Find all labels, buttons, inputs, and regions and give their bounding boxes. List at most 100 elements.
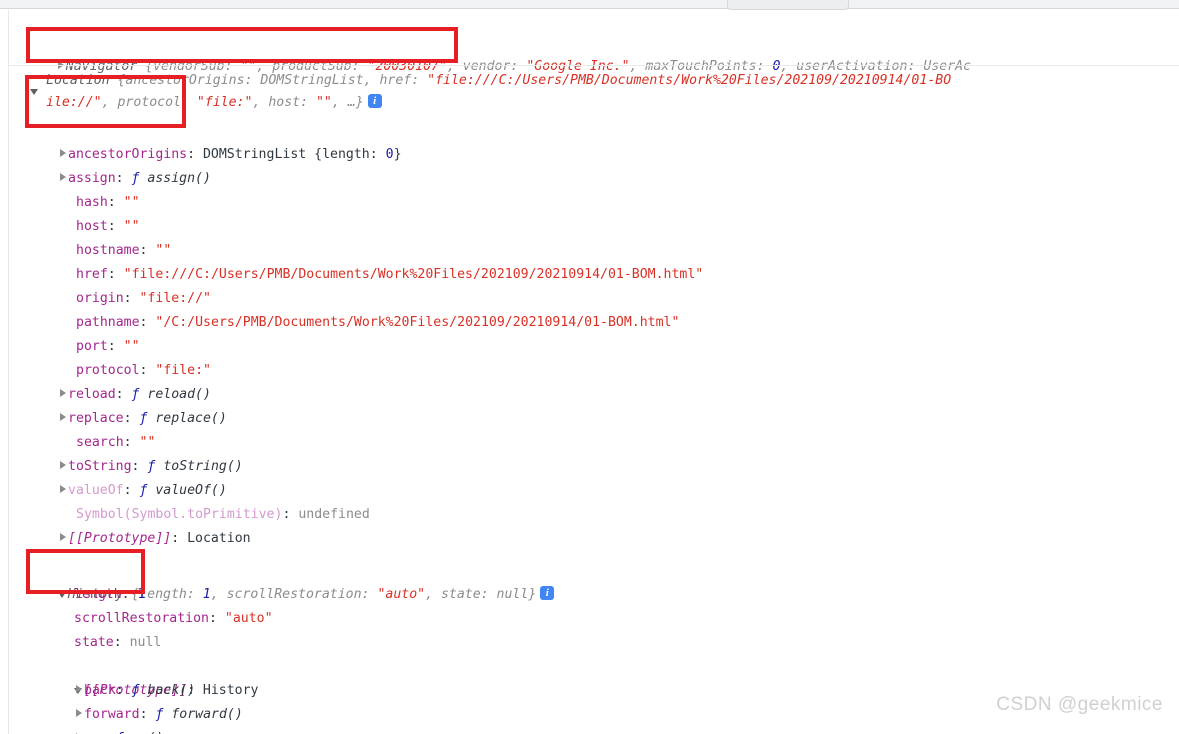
property-separator: : — [139, 315, 156, 330]
property-row-symbol-symbol-toprimitive-[interactable]: Symbol(Symbol.toPrimitive): undefined — [0, 503, 1179, 527]
collapse-triangle-icon[interactable] — [30, 89, 38, 95]
property-name: assign — [68, 171, 116, 186]
property-row-host[interactable]: host: "" — [0, 215, 1179, 239]
location-href-value-line2: ile://" — [46, 95, 102, 110]
property-name: forward — [84, 707, 140, 722]
property-name: valueOf — [68, 483, 124, 498]
row-separator — [9, 65, 1179, 66]
property-value: "" — [123, 195, 140, 210]
function-signature: toString() — [163, 459, 243, 474]
property-row-scrollrestoration[interactable]: scrollRestoration: "auto" — [0, 607, 1179, 631]
devtools-toolbar — [0, 0, 1179, 10]
property-value: "file:" — [155, 363, 211, 378]
property-row-search[interactable]: search: "" — [0, 431, 1179, 455]
property-name: back — [84, 683, 116, 698]
property-value: DOMStringList {length: — [202, 147, 386, 162]
location-preview-1: {ancestorOrigins: DOMStringList, href: — [109, 73, 428, 88]
property-name: replace — [68, 411, 124, 426]
property-value: "" — [155, 243, 172, 258]
property-separator: : — [115, 683, 132, 698]
property-separator: : — [282, 507, 299, 522]
property-name: hash — [76, 195, 108, 210]
property-name: port — [76, 339, 108, 354]
function-marker-icon: ƒ — [139, 411, 156, 426]
property-name: toString — [68, 459, 132, 474]
property-separator: : — [123, 291, 140, 306]
location-preview-4: , …} — [331, 95, 364, 110]
expand-triangle-icon[interactable] — [76, 709, 82, 717]
history-prototype-row[interactable]: [[Prototype]]: History — [0, 655, 1179, 698]
property-separator: : — [107, 267, 124, 282]
toolbar-filter-pill[interactable] — [727, 0, 849, 10]
property-value: "" — [123, 339, 140, 354]
property-value: Location — [187, 531, 251, 546]
property-separator: : — [208, 611, 225, 626]
property-row-port[interactable]: port: "" — [0, 335, 1179, 359]
property-value: null — [129, 635, 162, 650]
property-row-go[interactable]: go: ƒ go() — [0, 727, 1179, 734]
location-protocol-value: "file:" — [196, 95, 253, 110]
property-separator: : — [123, 435, 140, 450]
function-signature: replace() — [155, 411, 227, 426]
property-value-brace: } — [393, 147, 402, 162]
property-name: length — [74, 587, 122, 602]
property-row--prototype-[interactable]: [[Prototype]]: Location — [0, 527, 1179, 551]
expand-triangle-icon[interactable] — [60, 413, 66, 421]
property-value: "file://" — [139, 291, 211, 306]
property-name: protocol — [76, 363, 140, 378]
property-separator: : — [139, 707, 156, 722]
property-row-href[interactable]: href: "file:///C:/Users/PMB/Documents/Wo… — [0, 263, 1179, 287]
property-row-pathname[interactable]: pathname: "/C:/Users/PMB/Documents/Work%… — [0, 311, 1179, 335]
csdn-watermark: CSDN @geekmice — [996, 694, 1163, 715]
property-name: host — [76, 219, 108, 234]
expand-triangle-icon[interactable] — [60, 461, 66, 469]
property-row-ancestororigins[interactable]: ancestorOrigins: DOMStringList {length: … — [0, 143, 1179, 167]
property-separator: : — [113, 635, 130, 650]
property-row-protocol[interactable]: protocol: "file:" — [0, 359, 1179, 383]
function-signature: back() — [147, 683, 196, 698]
property-name: state — [74, 635, 114, 650]
expand-triangle-icon[interactable] — [60, 533, 66, 541]
property-row-hash[interactable]: hash: "" — [0, 191, 1179, 215]
property-separator: : — [171, 531, 188, 546]
property-row-state[interactable]: state: null — [0, 631, 1179, 655]
property-name: reload — [68, 387, 116, 402]
expand-triangle-icon[interactable] — [60, 389, 66, 397]
console-output-panel[interactable]: Navigator {vendorSub: "", productSub: "2… — [0, 10, 1179, 734]
function-marker-icon: ƒ — [131, 171, 148, 186]
property-row-hostname[interactable]: hostname: "" — [0, 239, 1179, 263]
property-row-origin[interactable]: origin: "file://" — [0, 287, 1179, 311]
property-value: "" — [123, 219, 140, 234]
info-icon[interactable]: i — [367, 94, 382, 108]
property-row-assign[interactable]: assign: ƒ assign() — [0, 167, 1179, 191]
property-row-replace[interactable]: replace: ƒ replace() — [0, 407, 1179, 431]
expand-triangle-icon[interactable] — [76, 685, 82, 693]
property-value: "file:///C:/Users/PMB/Documents/Work%20F… — [123, 267, 704, 282]
property-value: undefined — [298, 507, 370, 522]
location-object-name: Location — [46, 73, 110, 88]
property-name: Symbol(Symbol.toPrimitive) — [76, 507, 283, 522]
property-separator: : — [121, 587, 138, 602]
property-separator: : — [107, 195, 124, 210]
property-row-reload[interactable]: reload: ƒ reload() — [0, 383, 1179, 407]
history-log-row[interactable]: History {length: 1, scrollRestoration: "… — [0, 559, 1179, 602]
property-row-tostring[interactable]: toString: ƒ toString() — [0, 455, 1179, 479]
property-separator: : — [139, 243, 156, 258]
function-marker-icon: ƒ — [131, 387, 148, 402]
property-row-length[interactable]: length: 1 — [0, 583, 1179, 607]
property-name: origin — [76, 291, 124, 306]
function-signature: assign() — [147, 171, 211, 186]
property-name: [[Prototype]] — [68, 531, 172, 546]
property-separator: : — [123, 411, 140, 426]
location-host-value: "" — [315, 95, 332, 110]
expand-triangle-icon[interactable] — [60, 173, 66, 181]
property-name: pathname — [76, 315, 140, 330]
function-signature: reload() — [147, 387, 211, 402]
property-name: search — [76, 435, 124, 450]
property-separator: : — [139, 363, 156, 378]
location-log-row[interactable]: Location {ancestorOrigins: DOMStringList… — [0, 70, 1179, 116]
expand-triangle-icon[interactable] — [60, 149, 66, 157]
property-row-valueof[interactable]: valueOf: ƒ valueOf() — [0, 479, 1179, 503]
expand-triangle-icon[interactable] — [60, 485, 66, 493]
navigator-log-row[interactable]: Navigator {vendorSub: "", productSub: "2… — [0, 31, 1179, 74]
